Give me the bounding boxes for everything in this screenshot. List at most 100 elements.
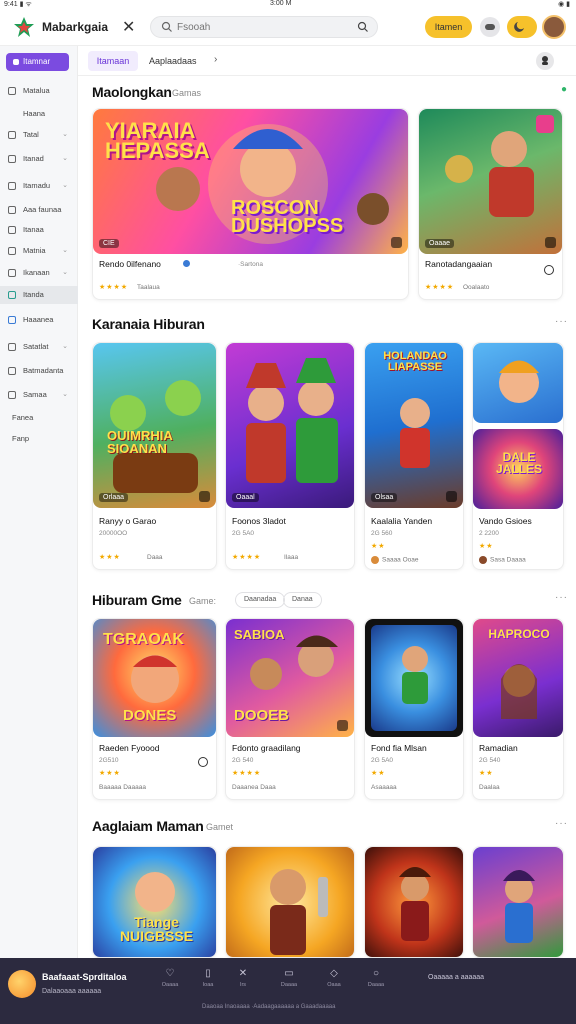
game-thumbnail	[473, 847, 563, 957]
game-controller-icon[interactable]	[480, 17, 500, 37]
card-footer: Daaanea Daaa	[232, 784, 276, 791]
document-icon	[8, 155, 16, 163]
badge: Orlaaa	[99, 493, 129, 502]
sidebar-home-button[interactable]: Itamnar	[6, 53, 69, 71]
chat-icon[interactable]	[544, 265, 554, 275]
card-meta: 2G510	[99, 757, 119, 764]
sidebar-item[interactable]: Samaa ⌄	[0, 386, 78, 404]
rating-stars: ★★★★	[232, 554, 262, 561]
header-primary-button[interactable]: Itamen	[425, 16, 472, 38]
game-card[interactable]: DALE JALLES Vando Gsioes 2 2200 ★★ Sasa …	[472, 342, 564, 570]
card-meta: 2 2200	[479, 530, 499, 537]
section-header: Aaglaiam Maman Gamet ···	[92, 818, 576, 838]
game-card[interactable]: HAPROCO Ramadian 2G 540 ★★ Daalaa	[472, 618, 564, 800]
play-icon[interactable]	[391, 237, 402, 248]
theme-toggle-button[interactable]	[507, 16, 537, 38]
card-meta: 2G 5A0	[232, 530, 255, 537]
section-header: Karanaia Hiburan ···	[92, 316, 576, 336]
sidebar-item[interactable]: Haaanea	[0, 311, 78, 329]
avatar[interactable]	[542, 15, 566, 39]
clock-icon[interactable]	[198, 757, 208, 767]
more-icon[interactable]: ···	[555, 592, 568, 603]
tab-active[interactable]: Itamaan	[88, 51, 138, 71]
game-card[interactable]: Oaaae Ranotadangaaian ★★★★ Ooalaato	[418, 108, 563, 300]
game-card-featured[interactable]: YIARAIA HEPASSA ROSCON DUSHOPSS CIE Rend…	[92, 108, 409, 300]
game-card[interactable]: HOLANDAO LIAPASSE Olsaa Kaalalia Yanden …	[364, 342, 464, 570]
game-card[interactable]: Oaaal Foonos 3ladot 2G 5A0 ★★★★ Ilaaa	[225, 342, 355, 570]
rating-stars: ★★	[479, 770, 494, 777]
game-thumbnail: Oaaal	[226, 343, 354, 508]
game-card[interactable]	[364, 846, 464, 958]
rating-stars: ★★★★	[425, 284, 455, 291]
card-meta: 2G 5A0	[371, 757, 394, 764]
play-icon[interactable]	[337, 720, 348, 731]
game-thumbnail: Tiange NUIGBSSE	[93, 847, 216, 957]
more-icon[interactable]: ···	[555, 818, 568, 829]
game-card[interactable]: TGRAOAK DONES Raeden Fyoood 2G510 ★★★ Ba…	[92, 618, 217, 800]
card-art	[503, 870, 535, 943]
play-icon[interactable]	[199, 491, 210, 502]
sidebar-item[interactable]: Fanea	[0, 409, 78, 427]
game-card[interactable]: OUIMRHIA SIOANAN Orlaaa Ranyy o Garao 20…	[92, 342, 217, 570]
sidebar-item[interactable]: Satatlat ⌄	[0, 338, 78, 356]
bookmark-icon[interactable]: ▯ Ioaa	[198, 968, 218, 988]
sidebar-item[interactable]: Itanad ⌄	[0, 150, 78, 168]
chevron-right-icon[interactable]: ›	[214, 54, 217, 65]
badge: Oaaae	[425, 239, 455, 248]
card-title: Ranotadangaaian	[425, 259, 493, 269]
card-title: Raeden Fyoood	[99, 743, 160, 753]
card-title: Vando Gsioes	[479, 516, 532, 526]
sidebar-item[interactable]: Itamadu ⌄	[0, 177, 78, 195]
game-card[interactable]: Tiange NUIGBSSE	[92, 846, 217, 958]
game-thumbnail-secondary: DALE JALLES	[473, 429, 563, 509]
filter-chip[interactable]: Danaa	[283, 592, 322, 608]
tab-secondary[interactable]: Aaplaadaas	[149, 56, 197, 66]
sidebar-item[interactable]: Batmadanta	[0, 362, 78, 380]
game-card[interactable]: SABIOA DOOEB Fdonto graadilang 2G 540 ★★…	[225, 618, 355, 800]
filter-chip[interactable]: Daanadaa	[235, 592, 286, 608]
sidebar-item[interactable]: Haana	[0, 105, 78, 123]
tools-icon[interactable]: ✕ Irs	[233, 968, 253, 988]
chat-icon[interactable]: ◇ Oaaa	[324, 968, 344, 988]
game-thumbnail: HOLANDAO LIAPASSE Olsaa	[365, 343, 463, 508]
game-card[interactable]	[472, 846, 564, 958]
search-input[interactable]	[177, 20, 347, 34]
art-title: DALE JALLES	[495, 450, 542, 476]
card-art	[270, 869, 328, 955]
sidebar-item[interactable]: Ikanaan ⌄	[0, 264, 78, 282]
card-footer: Ooalaato	[463, 284, 490, 291]
play-icon[interactable]	[446, 491, 457, 502]
art-title: HAPROCO	[488, 627, 550, 641]
sidebar-item[interactable]: Fanp	[0, 430, 78, 448]
sidebar-item[interactable]: Tatal ⌄	[0, 126, 78, 144]
section-title: Maolongkan	[92, 84, 172, 100]
settings-icon[interactable]: ○ Daaaa	[366, 968, 386, 988]
card-meta: 20000OO	[99, 530, 128, 537]
more-icon[interactable]: ···	[555, 316, 568, 327]
search-bar[interactable]	[150, 16, 378, 38]
game-card[interactable]: Fond fia Mlsan 2G 5A0 ★★ Asaaaaa	[364, 618, 464, 800]
rating-stars: ★★	[371, 543, 386, 550]
user-icon[interactable]	[536, 52, 554, 70]
refresh-icon[interactable]: ●	[561, 84, 568, 95]
art-title: SABIOA	[234, 627, 285, 642]
heart-icon[interactable]: ♡ Oaaaa	[160, 968, 180, 988]
search-submit-icon[interactable]	[357, 21, 369, 33]
close-icon[interactable]: ✕	[122, 17, 135, 37]
game-card[interactable]	[225, 846, 355, 958]
sidebar-item-active[interactable]: Itanda	[0, 286, 78, 304]
sidebar-item[interactable]: Aaa faunaa	[0, 201, 78, 219]
sidebar-item[interactable]: Itanaa	[0, 221, 78, 239]
card-meta: ·Sartona	[238, 261, 263, 268]
coin-icon	[371, 556, 379, 564]
card-footer: Daalaa	[479, 784, 500, 791]
card-title: Kaalalia Yanden	[371, 516, 433, 526]
sidebar-item[interactable]: Matnia ⌄	[0, 242, 78, 260]
game-thumbnail	[473, 343, 563, 423]
monitor-icon[interactable]: ▭ Daaaa	[279, 968, 299, 988]
sidebar-item[interactable]: Matalua	[0, 82, 78, 100]
coin-icon	[479, 556, 487, 564]
play-icon[interactable]	[545, 237, 556, 248]
bottom-link[interactable]: Oaaaaa a aaaaaa	[428, 974, 484, 981]
status-bar: 9:41 ▮ ᯤ 3:00 M ◉ ▮	[0, 0, 576, 8]
